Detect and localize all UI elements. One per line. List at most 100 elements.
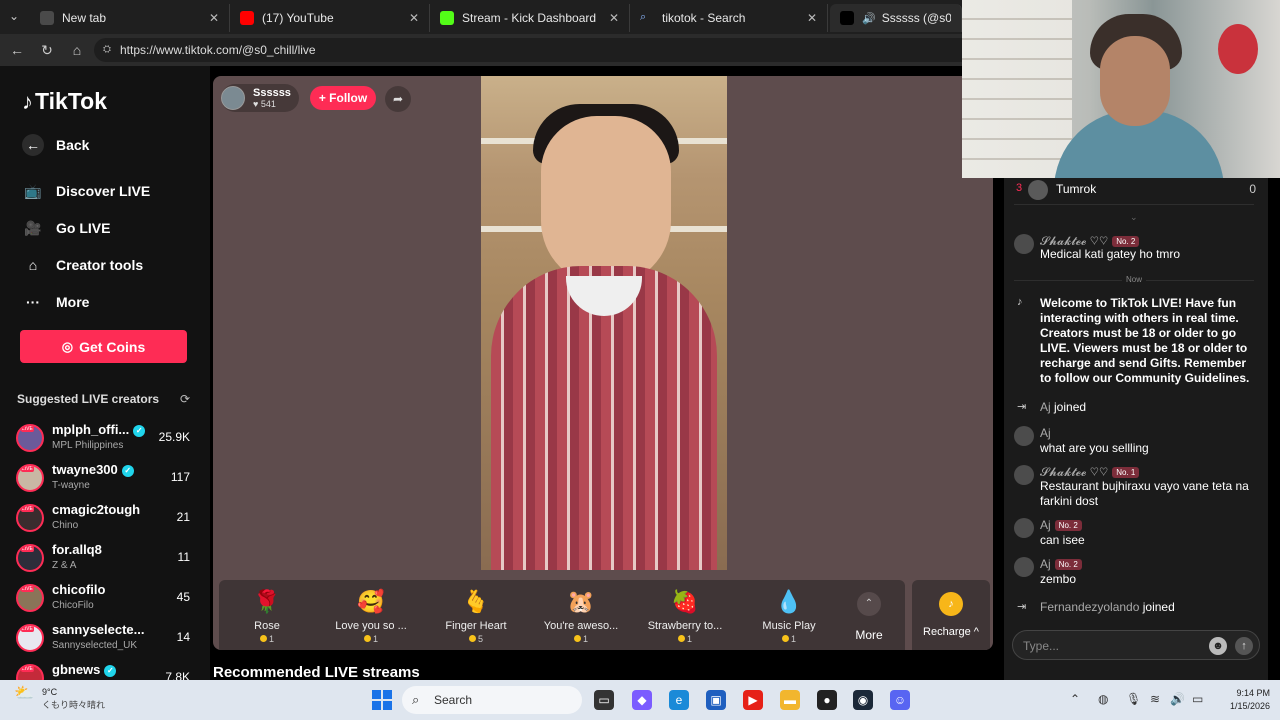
- taskbar-clock[interactable]: 9:14 PM 1/15/2026: [1214, 687, 1270, 713]
- gift-name: Love you so ...: [335, 620, 407, 632]
- copilot-icon[interactable]: ◆: [632, 690, 652, 710]
- tiktok-note-icon: ♪: [22, 88, 33, 114]
- speaker-icon[interactable]: 🔊: [862, 12, 876, 25]
- chat-username[interactable]: 𝓢𝓱𝓪𝓴𝓽𝓮𝓮 ♡♡ No. 1: [1040, 465, 1140, 480]
- emoji-icon[interactable]: ☻: [1209, 637, 1227, 655]
- gift-finger-heart[interactable]: 🫰 Finger Heart 5: [428, 588, 524, 644]
- send-icon[interactable]: ↑: [1235, 637, 1253, 655]
- chat-username[interactable]: Aj No. 2: [1040, 557, 1082, 571]
- gift-name: Strawberry to...: [647, 620, 723, 632]
- tab-kick-dashboard[interactable]: Stream - Kick Dashboard ✕: [430, 4, 630, 32]
- store-icon[interactable]: ▣: [706, 690, 726, 710]
- close-tab-icon[interactable]: ✕: [209, 11, 219, 25]
- chat-username[interactable]: Aj No. 2: [1040, 518, 1082, 532]
- tiktok-sidebar: ♪ TikTok ← Back 📺 Discover LIVE 🎥 Go LIV…: [0, 66, 210, 680]
- nav-discover-live[interactable]: 📺 Discover LIVE: [22, 180, 150, 202]
- obs-icon[interactable]: ●: [817, 690, 837, 710]
- microphone-icon[interactable]: 🎙: [1126, 692, 1141, 706]
- youtube-icon[interactable]: ▶: [743, 690, 763, 710]
- avatar: LIVE: [16, 464, 44, 492]
- network-icon[interactable]: ◍: [1098, 692, 1108, 706]
- divider: [1014, 204, 1254, 205]
- chat-username[interactable]: Aj: [1040, 426, 1051, 440]
- close-tab-icon[interactable]: ✕: [609, 11, 619, 25]
- steam-icon[interactable]: ◉: [853, 690, 873, 710]
- close-tab-icon[interactable]: ✕: [409, 11, 419, 25]
- get-coins-button[interactable]: ◎ Get Coins: [20, 330, 187, 363]
- gift-name: You're aweso...: [543, 620, 619, 632]
- creator-item[interactable]: LIVE cmagic2tough Chino 21: [16, 502, 196, 536]
- gift-strawberry[interactable]: 🍓 Strawberry to... 1: [637, 588, 733, 644]
- gift-love-you[interactable]: 🥰 Love you so ... 1: [323, 588, 419, 644]
- tab-search[interactable]: ⌕ tikotok - Search ✕: [630, 4, 828, 32]
- refresh-icon[interactable]: ⟳: [180, 392, 190, 406]
- volume-icon[interactable]: 🔊: [1170, 692, 1185, 706]
- love-face-icon: 🥰: [357, 589, 385, 614]
- enter-icon: ⇥: [1017, 401, 1027, 413]
- avatar: [1028, 180, 1048, 200]
- creator-item[interactable]: LIVE sannyselecte... Sannyselected_UK 14: [16, 622, 196, 656]
- discord-icon[interactable]: ☺: [890, 690, 910, 710]
- follow-button[interactable]: + Follow: [310, 86, 376, 110]
- creator-item[interactable]: LIVE chicofilo ChicoFilo 45: [16, 582, 196, 616]
- chevron-up-icon[interactable]: ⌃: [1070, 692, 1080, 706]
- rank-badge: No. 2: [1112, 236, 1140, 247]
- tv-icon: 📺: [24, 182, 42, 199]
- chat-username[interactable]: Aj joined: [1040, 400, 1086, 414]
- nav-go-live[interactable]: 🎥 Go LIVE: [22, 217, 110, 239]
- windows-start-icon[interactable]: [372, 690, 392, 710]
- live-chat-panel: 3 Tumrok 0 ⌄ 𝓢𝓱𝓪𝓴𝓽𝓮𝓮 ♡♡ No. 2 Medical kat…: [1004, 178, 1268, 680]
- tab-youtube[interactable]: (17) YouTube ✕: [230, 4, 430, 32]
- live-player[interactable]: Ssssss ♥ 541 + Follow ➦ 🌹 Rose 1 🥰 Love …: [213, 76, 993, 650]
- viewer-count: 25.9K: [158, 430, 190, 444]
- search-icon: ⌕: [412, 692, 420, 707]
- camera-icon: 🎥: [24, 219, 42, 236]
- suggested-creators-title: Suggested LIVE creators: [17, 392, 160, 406]
- more-gifts-button[interactable]: ⌃ More: [841, 592, 897, 642]
- reload-icon[interactable]: ↻: [38, 41, 56, 59]
- url-text: https://www.tiktok.com/@s0_chill/live: [120, 43, 316, 57]
- nav-more[interactable]: ··· More: [22, 291, 89, 313]
- chat-username[interactable]: Fernandezyolando joined: [1040, 600, 1175, 614]
- tiktok-icon: [840, 11, 854, 25]
- task-view-icon[interactable]: ▭: [594, 690, 614, 710]
- gift-price: 1: [219, 634, 315, 644]
- gift-youre-awesome[interactable]: 🐹 You're aweso... 1: [533, 588, 629, 644]
- creator-subtitle: Z & A: [52, 560, 77, 571]
- battery-icon[interactable]: ▭: [1192, 692, 1203, 706]
- close-tab-icon[interactable]: ✕: [807, 11, 817, 25]
- share-icon[interactable]: ➦: [385, 86, 411, 112]
- live-video[interactable]: [481, 76, 727, 570]
- wifi-icon[interactable]: ≋: [1150, 692, 1160, 706]
- tiktok-logo[interactable]: ♪ TikTok: [22, 88, 107, 115]
- site-info-icon[interactable]: ⛭: [103, 38, 111, 62]
- tab-search-dropdown-icon[interactable]: ⌄: [6, 9, 22, 25]
- tab-new-tab[interactable]: New tab ✕: [30, 4, 230, 32]
- creator-name: chicofilo: [52, 582, 106, 597]
- home-icon[interactable]: ⌂: [68, 41, 86, 59]
- rose-icon: 🌹: [253, 589, 281, 614]
- back-arrow-icon[interactable]: ←: [8, 41, 26, 59]
- recharge-label: Recharge ^: [923, 626, 979, 638]
- taskbar-search[interactable]: ⌕ Search: [402, 686, 582, 714]
- url-field[interactable]: ⛭ https://www.tiktok.com/@s0_chill/live: [94, 38, 994, 62]
- tab-label: Stream - Kick Dashboard: [462, 11, 597, 25]
- creator-item[interactable]: LIVE gbnews ✓ 7.8K: [16, 662, 196, 680]
- tab-label: tikotok - Search: [662, 11, 746, 25]
- nav-creator-tools[interactable]: ⌂ Creator tools: [22, 254, 143, 276]
- creator-item[interactable]: LIVE for.allq8 Z & A 11: [16, 542, 196, 576]
- gift-music-play[interactable]: 💧 Music Play 1: [741, 588, 837, 644]
- recharge-button[interactable]: ♪ Recharge ^: [912, 580, 990, 650]
- gift-rose[interactable]: 🌹 Rose 1: [219, 588, 315, 644]
- creator-item[interactable]: LIVE mplph_offi... ✓ MPL Philippines 25.9…: [16, 422, 196, 456]
- streamer-info[interactable]: Ssssss ♥ 541: [221, 84, 299, 112]
- back-button[interactable]: ← Back: [22, 134, 89, 156]
- rank-badge: No. 1: [1112, 467, 1140, 478]
- chevron-down-icon[interactable]: ⌄: [1130, 212, 1138, 223]
- file-explorer-icon[interactable]: ▬: [780, 690, 800, 710]
- creator-item[interactable]: LIVE twayne300 ✓ T-wayne 117: [16, 462, 196, 496]
- tab-tiktok-live[interactable]: 🔊 Ssssss (@s0_chill) is: [830, 4, 962, 32]
- chat-input-box: ☻ ↑: [1012, 630, 1260, 660]
- edge-icon[interactable]: e: [669, 690, 689, 710]
- chat-input[interactable]: [1023, 636, 1203, 656]
